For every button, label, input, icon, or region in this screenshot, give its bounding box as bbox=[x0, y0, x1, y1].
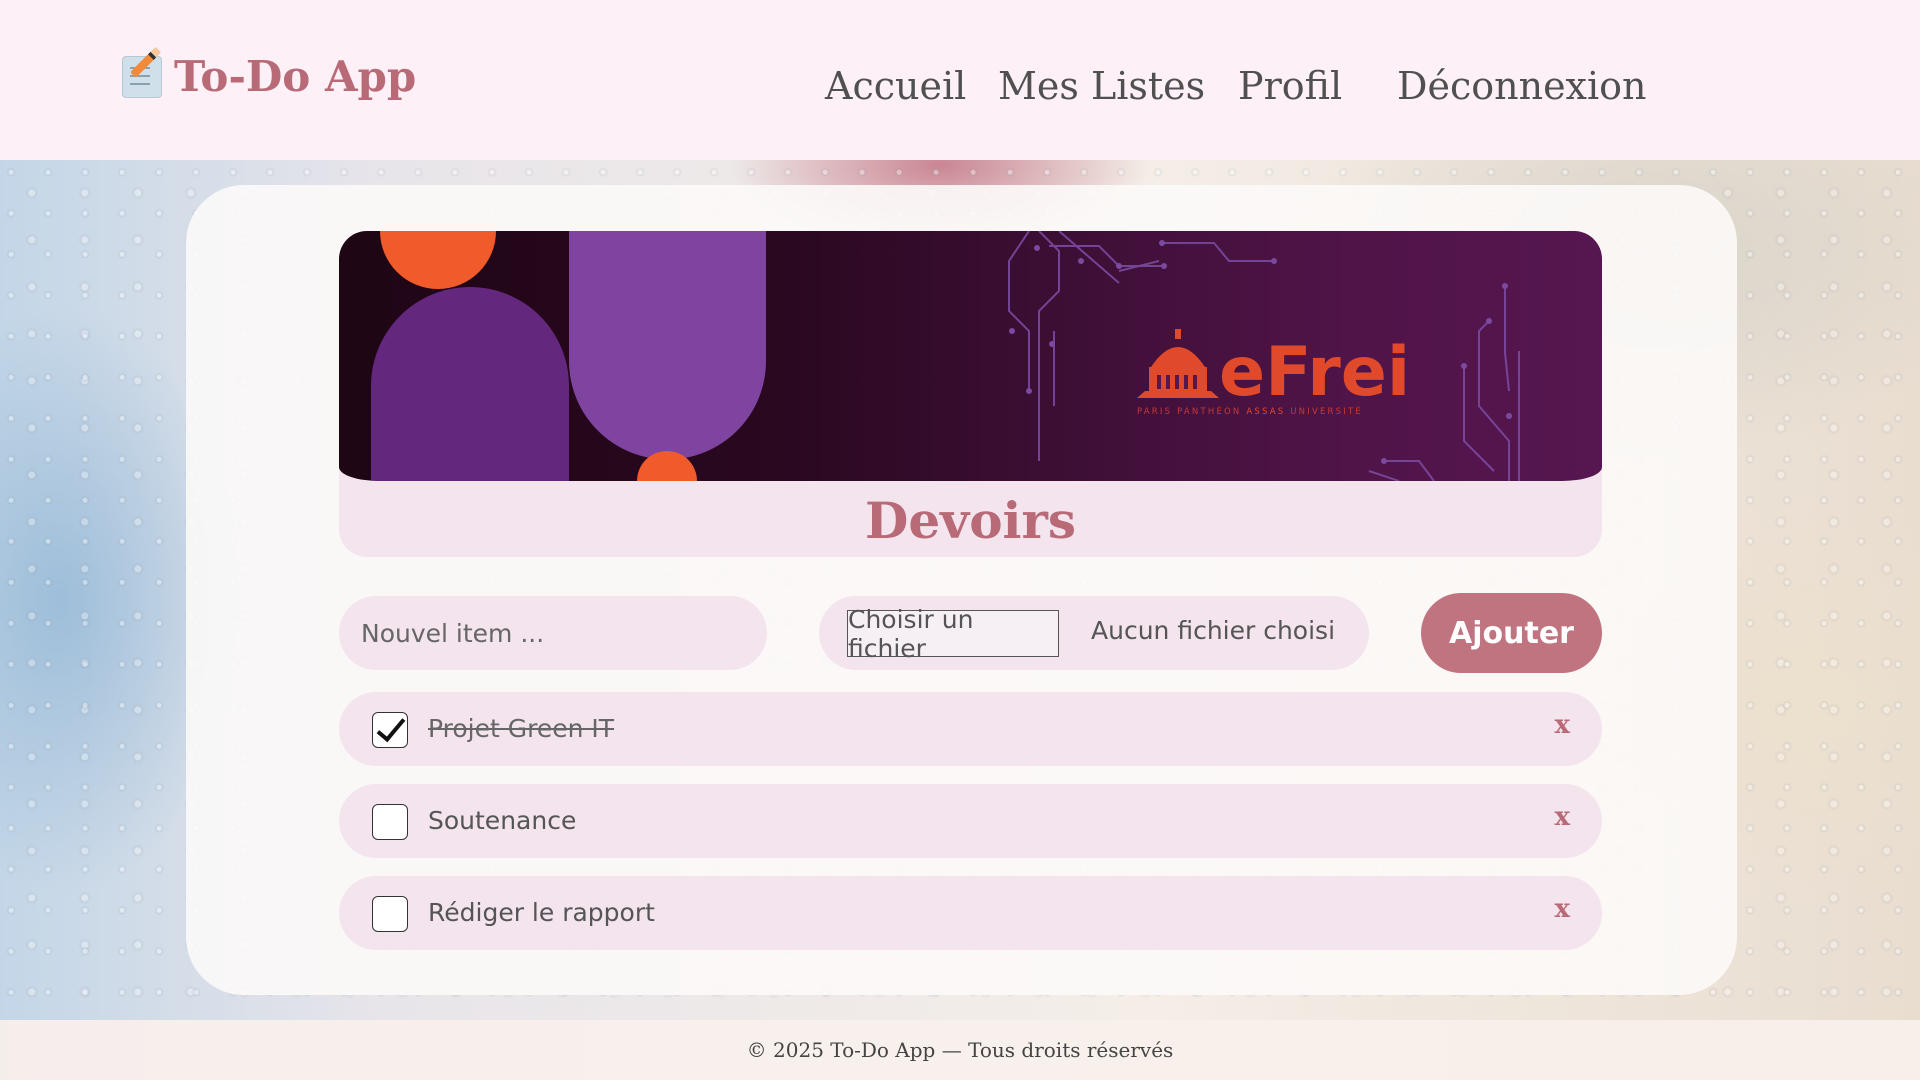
task-label: Soutenance bbox=[428, 806, 577, 835]
task-item: Projet Green IT x bbox=[339, 692, 1602, 766]
efrei-logo-text: eFrei bbox=[1219, 333, 1410, 412]
task-checkbox[interactable] bbox=[372, 712, 408, 748]
list-title: Devoirs bbox=[864, 491, 1077, 550]
app-title: To-Do App bbox=[174, 52, 417, 101]
delete-task-button[interactable]: x bbox=[1554, 802, 1570, 832]
banner-graphic: eFrei PARIS PANTHÉON ASSAS UNIVERSITÉ bbox=[371, 231, 1520, 481]
task-item: Rédiger le rapport x bbox=[339, 876, 1602, 950]
task-label: Rédiger le rapport bbox=[428, 898, 655, 927]
task-label: Projet Green IT bbox=[428, 714, 615, 743]
choose-file-button[interactable]: Choisir un fichier bbox=[847, 605, 1059, 663]
task-item: Soutenance x bbox=[339, 784, 1602, 858]
new-item-input[interactable] bbox=[339, 596, 767, 670]
add-item-form: Choisir un fichier Aucun fichier choisi … bbox=[186, 593, 1737, 674]
nav-link-deconnexion[interactable]: Déconnexion bbox=[1397, 64, 1647, 108]
nav-link-profil[interactable]: Profil bbox=[1238, 64, 1342, 108]
efrei-logo-subtitle: PARIS PANTHÉON ASSAS UNIVERSITÉ bbox=[1137, 405, 1363, 417]
add-button[interactable]: Ajouter bbox=[1421, 593, 1602, 673]
list-card: eFrei PARIS PANTHÉON ASSAS UNIVERSITÉ De… bbox=[186, 185, 1737, 995]
task-checkbox[interactable] bbox=[372, 804, 408, 840]
delete-task-button[interactable]: x bbox=[1554, 710, 1570, 740]
efrei-banner: eFrei PARIS PANTHÉON ASSAS UNIVERSITÉ bbox=[339, 231, 1602, 481]
task-checkbox[interactable] bbox=[372, 896, 408, 932]
top-header: To-Do App Accueil Mes Listes Profil Déco… bbox=[0, 0, 1920, 160]
list-header: eFrei PARIS PANTHÉON ASSAS UNIVERSITÉ De… bbox=[339, 231, 1602, 557]
task-list: Projet Green IT x Soutenance x Rédiger l… bbox=[339, 692, 1602, 968]
page-footer: © 2025 To-Do App — Tous droits réservés bbox=[0, 1020, 1920, 1080]
brand[interactable]: To-Do App bbox=[122, 52, 416, 101]
nav-link-mes-listes[interactable]: Mes Listes bbox=[998, 64, 1205, 108]
file-picker: Choisir un fichier Aucun fichier choisi bbox=[819, 596, 1369, 670]
file-status-text: Aucun fichier choisi bbox=[1091, 616, 1336, 645]
footer-text: © 2025 To-Do App — Tous droits réservés bbox=[746, 1038, 1174, 1062]
memo-pencil-icon bbox=[122, 55, 162, 98]
delete-task-button[interactable]: x bbox=[1554, 894, 1570, 924]
nav-link-accueil[interactable]: Accueil bbox=[825, 64, 966, 108]
